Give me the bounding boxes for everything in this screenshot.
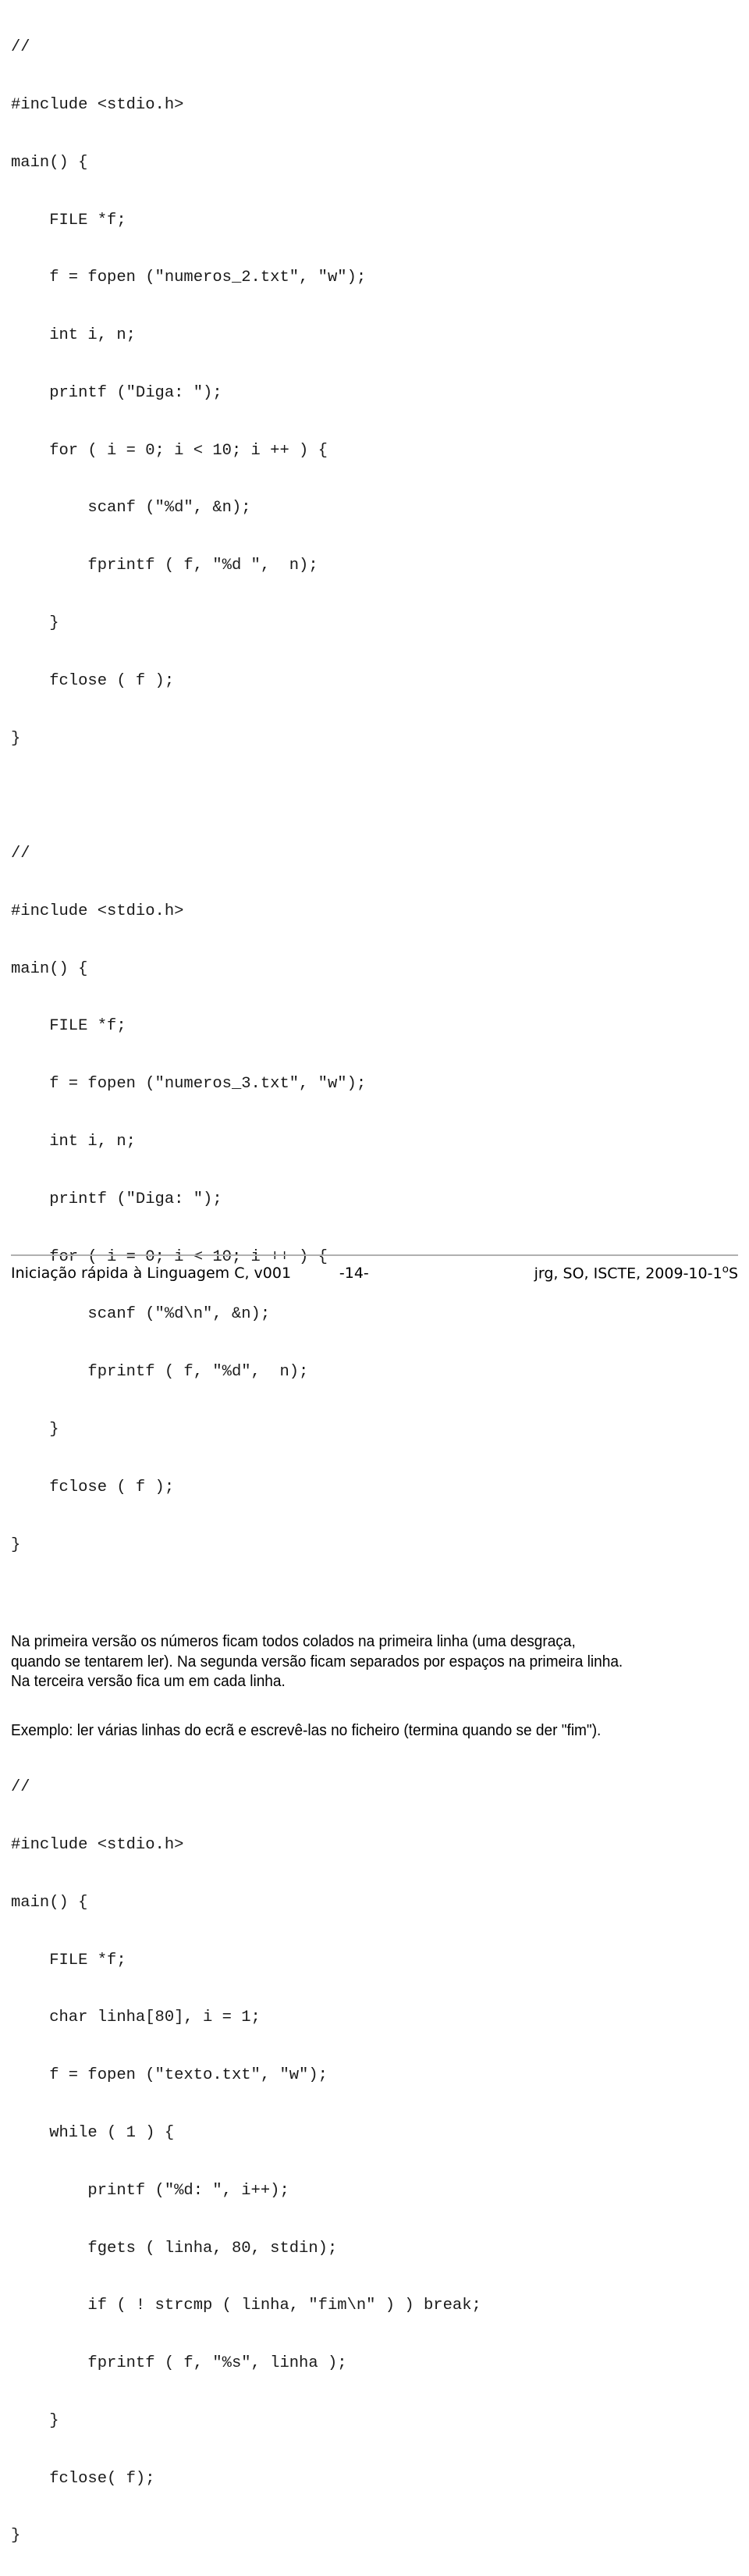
code-line: fclose( f);: [11, 2469, 155, 2488]
code-line: main() {: [11, 959, 88, 978]
paragraph-line: Exemplo: ler várias linhas do ecrã e esc…: [11, 1720, 602, 1739]
code-line: f = fopen ("numeros_2.txt", "w");: [11, 269, 367, 287]
code-line: }: [11, 1535, 21, 1554]
code-line: #include <stdio.h>: [11, 1836, 184, 1855]
code-line: f = fopen ("texto.txt", "w");: [11, 2066, 328, 2085]
code-line: fprintf ( f, "%d ", n);: [11, 557, 318, 575]
code-block-numeros-3: // #include <stdio.h> main() { FILE *f; …: [11, 806, 738, 1593]
code-line: int i, n;: [11, 1133, 136, 1151]
code-line: printf ("Diga: ");: [11, 383, 222, 402]
code-line: #include <stdio.h>: [11, 95, 184, 114]
code-line: FILE *f;: [11, 211, 126, 229]
code-line: fclose ( f );: [11, 1478, 175, 1496]
code-line: #include <stdio.h>: [11, 902, 184, 920]
code-line: fprintf ( f, "%d", n);: [11, 1363, 309, 1382]
paragraph-line: Na primeira versão os números ficam todo…: [11, 1632, 576, 1651]
code-line: char linha[80], i = 1;: [11, 2008, 261, 2027]
code-line: printf ("Diga: ");: [11, 1190, 222, 1208]
footer-document-title: Iniciação rápida à Linguagem C, v001: [11, 1265, 292, 1282]
code-line: int i, n;: [11, 326, 136, 345]
footer-row: Iniciação rápida à Linguagem C, v001 -14…: [11, 1263, 738, 1282]
footer-attribution: jrg, SO, ISCTE, 2009-10-1oS: [534, 1263, 738, 1282]
code-line: scanf ("%d", &n);: [11, 499, 251, 518]
paragraph-versoes: Na primeira versão os números ficam todo…: [11, 1631, 687, 1692]
paragraph-line: Na terceira versão fica um em cada linha…: [11, 1672, 286, 1691]
code-line: FILE *f;: [11, 1951, 126, 1969]
code-line: }: [11, 729, 21, 748]
code-line: if ( ! strcmp ( linha, "fim\n" ) ) break…: [11, 2297, 481, 2315]
code-line: fprintf ( f, "%s", linha );: [11, 2354, 347, 2373]
code-line: main() {: [11, 1893, 88, 1912]
code-line: }: [11, 614, 59, 632]
code-line: f = fopen ("numeros_3.txt", "w");: [11, 1075, 367, 1094]
footer-attribution-ordinal: o: [722, 1262, 729, 1276]
footer-attribution-suffix: S: [728, 1265, 738, 1282]
code-line: FILE *f;: [11, 1017, 126, 1036]
code-line: fclose ( f );: [11, 671, 175, 690]
code-line: }: [11, 2527, 21, 2546]
document-page: // #include <stdio.h> main() { FILE *f; …: [0, 0, 749, 2545]
code-line: }: [11, 1420, 59, 1439]
footer-page-number: -14-: [339, 1265, 369, 1282]
code-line: //: [11, 38, 30, 57]
code-line: scanf ("%d\n", &n);: [11, 1305, 271, 1324]
code-line: for ( i = 0; i < 10; i ++ ) {: [11, 441, 328, 460]
code-line: //: [11, 845, 30, 863]
code-line: while ( 1 ) {: [11, 2123, 175, 2142]
code-line: printf ("%d: ", i++);: [11, 2181, 289, 2200]
code-line: main() {: [11, 153, 88, 172]
paragraph-exemplo: Exemplo: ler várias linhas do ecrã e esc…: [11, 1720, 687, 1741]
page-footer: Iniciação rápida à Linguagem C, v001 -14…: [11, 1254, 738, 1282]
code-block-numeros-2: // #include <stdio.h> main() { FILE *f; …: [11, 0, 738, 787]
code-line: fgets ( linha, 80, stdin);: [11, 2239, 338, 2258]
footer-attribution-prefix: jrg, SO, ISCTE, 2009-10-1: [534, 1265, 722, 1282]
code-block-texto: // #include <stdio.h> main() { FILE *f; …: [11, 1740, 738, 2576]
paragraph-line: quando se tentarem ler). Na segunda vers…: [11, 1652, 623, 1670]
footer-divider: [11, 1254, 738, 1256]
code-line: //: [11, 1778, 30, 1797]
code-line: }: [11, 2411, 59, 2430]
